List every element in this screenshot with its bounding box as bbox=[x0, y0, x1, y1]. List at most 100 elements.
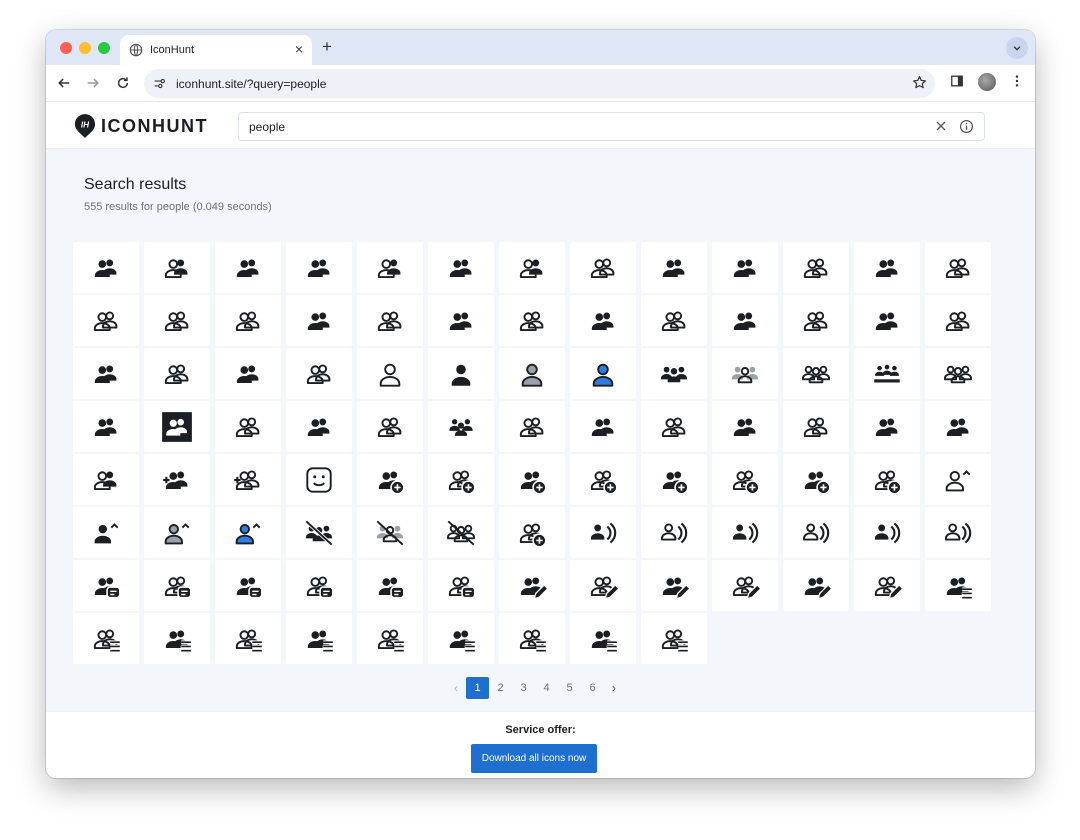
icon-result-1[interactable] bbox=[73, 242, 139, 293]
icon-result-64[interactable] bbox=[854, 454, 920, 505]
close-window-button[interactable] bbox=[60, 42, 72, 54]
icon-result-13[interactable] bbox=[925, 242, 991, 293]
icon-result-74[interactable] bbox=[641, 507, 707, 558]
icon-result-23[interactable] bbox=[712, 295, 778, 346]
icon-result-47[interactable] bbox=[570, 401, 636, 452]
icon-result-94[interactable] bbox=[215, 613, 281, 664]
side-panel-button[interactable] bbox=[950, 74, 964, 88]
icon-result-33[interactable] bbox=[499, 348, 565, 399]
tab-close-icon[interactable]: × bbox=[295, 41, 303, 57]
icon-result-9[interactable] bbox=[641, 242, 707, 293]
address-bar[interactable]: iconhunt.site/?query=people bbox=[144, 69, 935, 98]
new-tab-button[interactable]: + bbox=[322, 37, 332, 57]
bookmark-star-icon[interactable] bbox=[912, 75, 927, 90]
icon-result-80[interactable] bbox=[144, 560, 210, 611]
icon-result-19[interactable] bbox=[428, 295, 494, 346]
icon-result-20[interactable] bbox=[499, 295, 565, 346]
site-logo[interactable]: IH ICONHUNT bbox=[74, 113, 208, 139]
icon-result-63[interactable] bbox=[783, 454, 849, 505]
icon-result-35[interactable] bbox=[641, 348, 707, 399]
icon-result-77[interactable] bbox=[854, 507, 920, 558]
icon-result-53[interactable] bbox=[73, 454, 139, 505]
forward-button[interactable] bbox=[83, 73, 103, 93]
icon-result-75[interactable] bbox=[712, 507, 778, 558]
icon-result-99[interactable] bbox=[570, 613, 636, 664]
icon-result-4[interactable] bbox=[286, 242, 352, 293]
icon-result-5[interactable] bbox=[357, 242, 423, 293]
icon-result-79[interactable] bbox=[73, 560, 139, 611]
icon-result-82[interactable] bbox=[286, 560, 352, 611]
icon-result-14[interactable] bbox=[73, 295, 139, 346]
icon-result-90[interactable] bbox=[854, 560, 920, 611]
icon-result-61[interactable] bbox=[641, 454, 707, 505]
icon-result-69[interactable] bbox=[286, 507, 352, 558]
icon-result-68[interactable] bbox=[215, 507, 281, 558]
icon-result-51[interactable] bbox=[854, 401, 920, 452]
icon-result-89[interactable] bbox=[783, 560, 849, 611]
icon-result-97[interactable] bbox=[428, 613, 494, 664]
icon-result-45[interactable] bbox=[428, 401, 494, 452]
icon-result-55[interactable] bbox=[215, 454, 281, 505]
back-button[interactable] bbox=[54, 73, 74, 93]
icon-result-66[interactable] bbox=[73, 507, 139, 558]
icon-result-98[interactable] bbox=[499, 613, 565, 664]
reload-button[interactable] bbox=[113, 73, 133, 93]
icon-result-10[interactable] bbox=[712, 242, 778, 293]
icon-result-86[interactable] bbox=[570, 560, 636, 611]
icon-result-100[interactable] bbox=[641, 613, 707, 664]
icon-result-36[interactable] bbox=[712, 348, 778, 399]
icon-result-17[interactable] bbox=[286, 295, 352, 346]
icon-result-95[interactable] bbox=[286, 613, 352, 664]
icon-result-73[interactable] bbox=[570, 507, 636, 558]
icon-result-44[interactable] bbox=[357, 401, 423, 452]
icon-result-21[interactable] bbox=[570, 295, 636, 346]
icon-result-58[interactable] bbox=[428, 454, 494, 505]
icon-result-50[interactable] bbox=[783, 401, 849, 452]
minimize-window-button[interactable] bbox=[79, 42, 91, 54]
download-all-button[interactable]: Download all icons now bbox=[471, 744, 597, 773]
icon-result-59[interactable] bbox=[499, 454, 565, 505]
page-2-button[interactable]: 2 bbox=[489, 677, 512, 699]
icon-result-48[interactable] bbox=[641, 401, 707, 452]
page-4-button[interactable]: 4 bbox=[535, 677, 558, 699]
icon-result-6[interactable] bbox=[428, 242, 494, 293]
icon-result-38[interactable] bbox=[854, 348, 920, 399]
icon-result-7[interactable] bbox=[499, 242, 565, 293]
icon-result-41[interactable] bbox=[144, 401, 210, 452]
next-page-button[interactable]: › bbox=[604, 681, 624, 695]
icon-result-70[interactable] bbox=[357, 507, 423, 558]
icon-result-62[interactable] bbox=[712, 454, 778, 505]
icon-result-3[interactable] bbox=[215, 242, 281, 293]
icon-result-15[interactable] bbox=[144, 295, 210, 346]
icon-result-88[interactable] bbox=[712, 560, 778, 611]
icon-result-11[interactable] bbox=[783, 242, 849, 293]
icon-result-8[interactable] bbox=[570, 242, 636, 293]
icon-result-24[interactable] bbox=[783, 295, 849, 346]
prev-page-button[interactable]: ‹ bbox=[446, 681, 466, 695]
icon-result-93[interactable] bbox=[144, 613, 210, 664]
icon-result-81[interactable] bbox=[215, 560, 281, 611]
icon-result-72[interactable] bbox=[499, 507, 565, 558]
page-6-button[interactable]: 6 bbox=[581, 677, 604, 699]
icon-result-2[interactable] bbox=[144, 242, 210, 293]
clear-search-button[interactable] bbox=[934, 119, 948, 133]
icon-result-39[interactable] bbox=[925, 348, 991, 399]
icon-result-78[interactable] bbox=[925, 507, 991, 558]
icon-result-60[interactable] bbox=[570, 454, 636, 505]
icon-result-22[interactable] bbox=[641, 295, 707, 346]
icon-result-71[interactable] bbox=[428, 507, 494, 558]
icon-result-85[interactable] bbox=[499, 560, 565, 611]
site-settings-icon[interactable] bbox=[153, 77, 166, 90]
icon-result-32[interactable] bbox=[428, 348, 494, 399]
browser-menu-button[interactable] bbox=[1010, 74, 1024, 88]
icon-result-42[interactable] bbox=[215, 401, 281, 452]
tab-search-button[interactable] bbox=[1006, 37, 1028, 59]
icon-result-65[interactable] bbox=[925, 454, 991, 505]
icon-result-54[interactable] bbox=[144, 454, 210, 505]
icon-result-27[interactable] bbox=[73, 348, 139, 399]
icon-result-92[interactable] bbox=[73, 613, 139, 664]
icon-result-87[interactable] bbox=[641, 560, 707, 611]
icon-result-26[interactable] bbox=[925, 295, 991, 346]
page-3-button[interactable]: 3 bbox=[512, 677, 535, 699]
icon-result-18[interactable] bbox=[357, 295, 423, 346]
